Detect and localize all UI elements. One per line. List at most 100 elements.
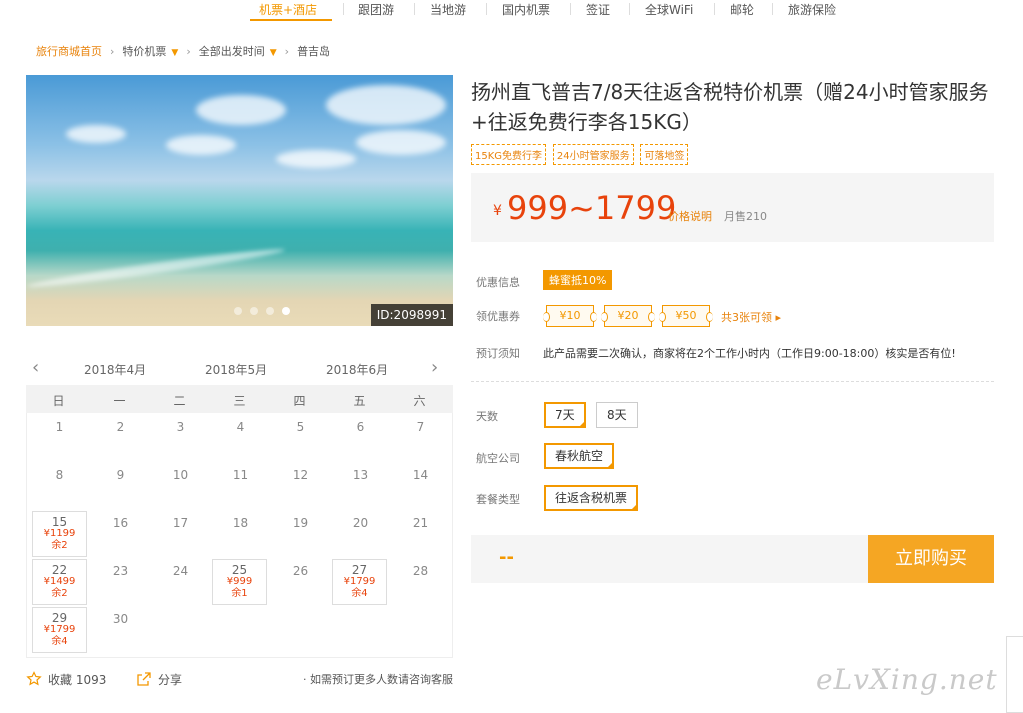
next-month-icon[interactable]: ›	[431, 357, 438, 378]
calendar-day-available[interactable]: 29 ¥1799 余4	[32, 607, 87, 653]
buy-now-button[interactable]: 立即购买	[868, 535, 994, 583]
calendar-day: 6	[356, 420, 365, 434]
side-float-toolbar[interactable]	[1006, 636, 1023, 713]
product-actions: 收藏 1093 分享 · 如需预订更多人数请咨询客服	[26, 670, 453, 690]
coupon-10[interactable]: ¥10	[543, 305, 597, 327]
coupon-more-link[interactable]: 共3张可领 ▸	[721, 309, 781, 325]
nav-item-visa[interactable]: 签证	[586, 1, 610, 18]
feature-tag: 15KG免费行李	[471, 144, 547, 165]
month-tab-april[interactable]: 2018年4月	[84, 361, 146, 378]
calendar-day: 1	[55, 420, 64, 434]
calendar-day: 4	[236, 420, 245, 434]
weekday-label: 三	[233, 394, 246, 408]
booking-notice: 此产品需要二次确认，商家将在2个工作小时内（工作日9:00-18:00）核实是否…	[543, 347, 956, 360]
weekday-label: 六	[413, 394, 426, 408]
month-tab-june[interactable]: 2018年6月	[326, 361, 388, 378]
share-button[interactable]: 分享	[136, 671, 182, 688]
nav-item-flight-hotel[interactable]: 机票+酒店	[259, 1, 317, 18]
weekday-label: 五	[353, 394, 366, 408]
nav-item-insurance[interactable]: 旅游保险	[788, 1, 836, 18]
nav-item-local-tour[interactable]: 当地游	[430, 1, 466, 18]
month-tab-may[interactable]: 2018年5月	[205, 361, 267, 378]
section-divider	[471, 381, 994, 382]
cloud-shape	[66, 125, 126, 143]
watermark: eLvXing.net	[816, 663, 998, 696]
coupon-20[interactable]: ¥20	[601, 305, 655, 327]
nav-divider	[629, 3, 630, 15]
nav-item-domestic-flights[interactable]: 国内机票	[502, 1, 550, 18]
days-label: 天数	[476, 410, 498, 423]
price-calendar: ‹ 2018年4月 2018年5月 2018年6月 › 日 一 二 三 四 五 …	[26, 355, 453, 658]
carousel-dot[interactable]	[250, 307, 258, 315]
caret-down-icon[interactable]: ▼	[270, 48, 277, 58]
nav-divider	[772, 3, 773, 15]
nav-item-group-tour[interactable]: 跟团游	[358, 1, 394, 18]
calendar-day-available[interactable]: 15 ¥1199 余2	[32, 511, 87, 557]
promo-badge: 蜂蜜抵10%	[543, 270, 613, 290]
monthly-sales: 月售210	[724, 210, 767, 223]
calendar-day: 12	[292, 468, 309, 482]
calendar-day: 2	[116, 420, 125, 434]
calendar-day: 16	[112, 516, 129, 530]
image-id-tag: ID:2098991	[370, 304, 453, 326]
notice-label: 预订须知	[476, 347, 520, 360]
price-box: ¥ 999~1799 价格说明 月售210	[471, 173, 994, 242]
calendar-day: 14	[412, 468, 429, 482]
calendar-day: 9	[116, 468, 125, 482]
calendar-day: 8	[55, 468, 64, 482]
airline-option[interactable]: 春秋航空	[544, 443, 615, 469]
nav-divider	[714, 3, 715, 15]
days-option-7[interactable]: 7天	[544, 402, 586, 428]
calendar-day: 28	[412, 564, 429, 578]
calendar-day: 5	[296, 420, 305, 434]
nav-divider	[486, 3, 487, 15]
prev-month-icon[interactable]: ‹	[32, 357, 39, 378]
calendar-day: 30	[112, 612, 129, 626]
purchase-bar: -- 立即购买	[471, 535, 994, 583]
wave-foam	[26, 244, 286, 292]
cloud-shape	[196, 95, 286, 125]
carousel-dot-active[interactable]	[282, 307, 290, 315]
package-option[interactable]: 往返含税机票	[544, 485, 639, 511]
weekday-header: 日 一 二 三 四 五 六	[26, 385, 453, 413]
feature-tags: 15KG免费行李 24小时管家服务 可落地签	[471, 144, 691, 165]
calendar-grid: 1 2 3 4 5 6 7 8 9 10 11 12 13 14 15 ¥1199…	[26, 413, 453, 658]
days-option-8[interactable]: 8天	[596, 402, 638, 428]
coupon-50[interactable]: ¥50	[659, 305, 713, 327]
carousel-dots	[234, 304, 298, 318]
weekday-label: 日	[52, 394, 65, 408]
cloud-shape	[276, 150, 356, 168]
feature-tag: 可落地签	[640, 144, 689, 165]
currency-symbol: ¥	[493, 203, 502, 219]
product-title: 扬州直飞普吉7/8天往返含税特价机票（赠24小时管家服务+往返免费行李各15KG…	[471, 80, 989, 134]
price-range: 999~1799	[507, 189, 677, 227]
weekday-label: 四	[293, 394, 306, 408]
calendar-day-available[interactable]: 25 ¥999 余1	[212, 559, 267, 605]
nav-item-cruise[interactable]: 邮轮	[730, 1, 754, 18]
product-image[interactable]: ID:2098991	[26, 75, 453, 326]
weekday-label: 二	[173, 394, 186, 408]
calendar-day: 3	[176, 420, 185, 434]
carousel-dot[interactable]	[234, 307, 242, 315]
breadcrumb-home[interactable]: 旅行商城首页	[36, 43, 102, 59]
price-explanation-link[interactable]: 价格说明	[668, 208, 712, 224]
favorite-button[interactable]: 收藏 1093	[26, 671, 106, 688]
breadcrumb-departure-time[interactable]: 全部出发时间	[199, 43, 265, 59]
calendar-day: 13	[352, 468, 369, 482]
nav-divider	[343, 3, 344, 15]
calendar-day: 20	[352, 516, 369, 530]
cloud-shape	[326, 85, 446, 125]
nav-item-wifi[interactable]: 全球WiFi	[645, 1, 693, 18]
promo-label: 优惠信息	[476, 276, 520, 289]
chevron-right-icon: ›	[186, 45, 191, 58]
breadcrumb: 旅行商城首页 › 特价机票 ▼ › 全部出发时间 ▼ › 普吉岛	[36, 43, 330, 59]
carousel-dot[interactable]	[266, 307, 274, 315]
star-icon	[26, 671, 42, 686]
cloud-shape	[166, 135, 236, 155]
breadcrumb-special-flights[interactable]: 特价机票	[122, 43, 166, 59]
calendar-day-available[interactable]: 22 ¥1499 余2	[32, 559, 87, 605]
calendar-day-available[interactable]: 27 ¥1799 余4	[332, 559, 387, 605]
caret-down-icon[interactable]: ▼	[171, 48, 178, 58]
favorite-count: 收藏 1093	[48, 673, 107, 687]
consult-note: · 如需预订更多人数请咨询客服	[303, 673, 453, 686]
